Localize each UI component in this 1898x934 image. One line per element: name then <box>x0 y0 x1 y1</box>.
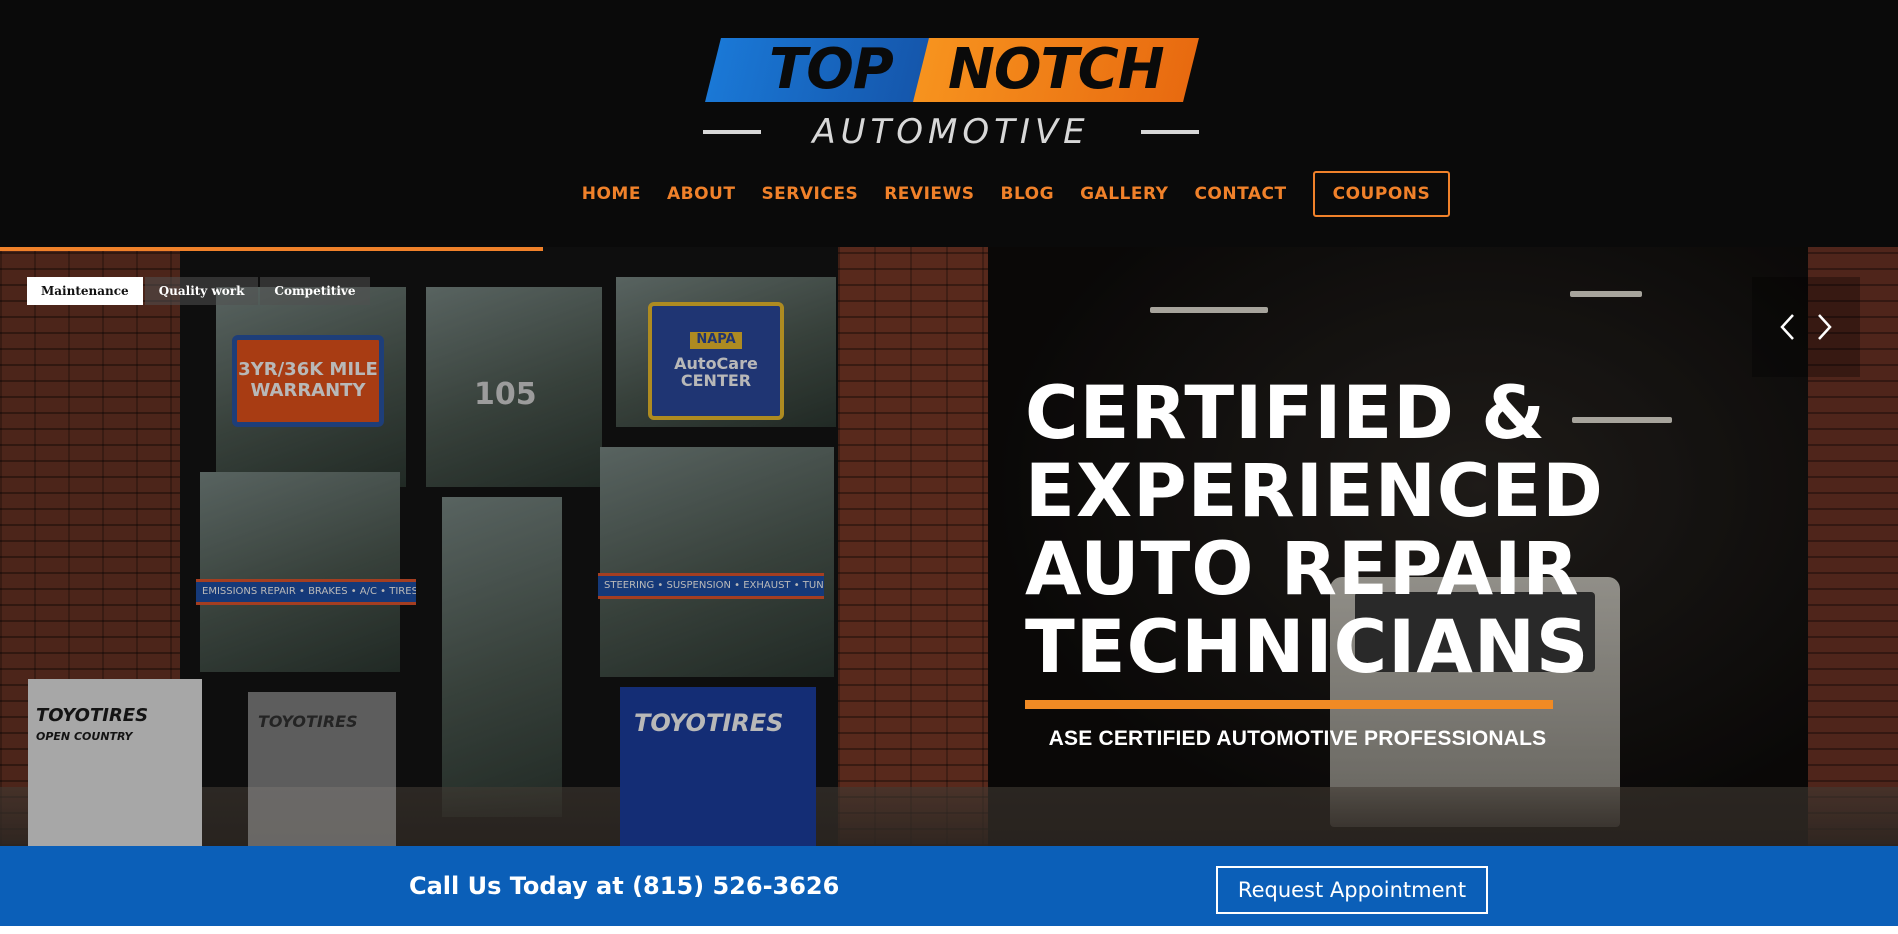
logo-notch-block: NOTCH <box>913 37 1199 102</box>
logo-subtitle-row: AUTOMOTIVE <box>703 114 1199 150</box>
hero-title-line: CERTIFIED & <box>1025 371 1546 456</box>
slide-progress-bar <box>0 247 543 251</box>
slide-tab-maintenance[interactable]: Maintenance <box>27 277 143 305</box>
nav-blog[interactable]: BLOG <box>1001 184 1055 204</box>
logo-wordmark: TOP NOTCH <box>703 37 1199 102</box>
nav-home[interactable]: HOME <box>582 184 641 204</box>
hero-caption: CERTIFIED & EXPERIENCED AUTO REPAIR TECH… <box>1025 375 1604 751</box>
logo-subtitle: AUTOMOTIVE <box>812 112 1090 152</box>
top-notch-logo[interactable]: TOP NOTCH AUTOMOTIVE <box>703 37 1199 150</box>
main-nav: HOME ABOUT SERVICES REVIEWS BLOG GALLERY… <box>0 171 1898 217</box>
hero-title-line: TECHNICIANS <box>1025 605 1590 690</box>
page-bottom-edge <box>0 926 1898 934</box>
nav-reviews[interactable]: REVIEWS <box>884 184 974 204</box>
slider-arrows <box>1752 277 1860 377</box>
hero-subtitle: ASE CERTIFIED AUTOMOTIVE PROFESSIONALS <box>1048 727 1547 750</box>
chevron-right-icon[interactable] <box>1813 310 1837 344</box>
nav-contact[interactable]: CONTACT <box>1194 184 1286 204</box>
nav-services[interactable]: SERVICES <box>761 184 858 204</box>
slide-tabs: Maintenance Quality work Competitive <box>27 277 372 305</box>
hero-overlay <box>0 247 1898 846</box>
nav-gallery[interactable]: GALLERY <box>1080 184 1168 204</box>
chevron-left-icon[interactable] <box>1775 310 1799 344</box>
nav-about[interactable]: ABOUT <box>667 184 735 204</box>
nav-coupons-button[interactable]: COUPONS <box>1312 171 1451 217</box>
logo-rule-left <box>703 130 761 134</box>
hero-slider: 3YR/36K MILE WARRANTY NAPA AutoCare CENT… <box>0 247 1898 846</box>
slide-tab-competitive[interactable]: Competitive <box>260 277 370 305</box>
logo-rule-right <box>1141 130 1199 134</box>
call-to-action-bar: Call Us Today at (815) 526-3626 Request … <box>0 846 1898 926</box>
site-header: TOP NOTCH AUTOMOTIVE HOME ABOUT SERVICES… <box>0 0 1898 247</box>
hero-title-line: AUTO REPAIR <box>1025 527 1580 612</box>
hero-title: CERTIFIED & EXPERIENCED AUTO REPAIR TECH… <box>1025 375 1604 687</box>
slide-tab-quality-work[interactable]: Quality work <box>144 277 259 305</box>
hero-title-line: EXPERIENCED <box>1025 449 1604 534</box>
call-phone-text[interactable]: Call Us Today at (815) 526-3626 <box>409 872 839 900</box>
request-appointment-button[interactable]: Request Appointment <box>1216 866 1488 914</box>
hero-photo: 3YR/36K MILE WARRANTY NAPA AutoCare CENT… <box>0 247 1898 846</box>
hero-divider <box>1025 700 1553 709</box>
